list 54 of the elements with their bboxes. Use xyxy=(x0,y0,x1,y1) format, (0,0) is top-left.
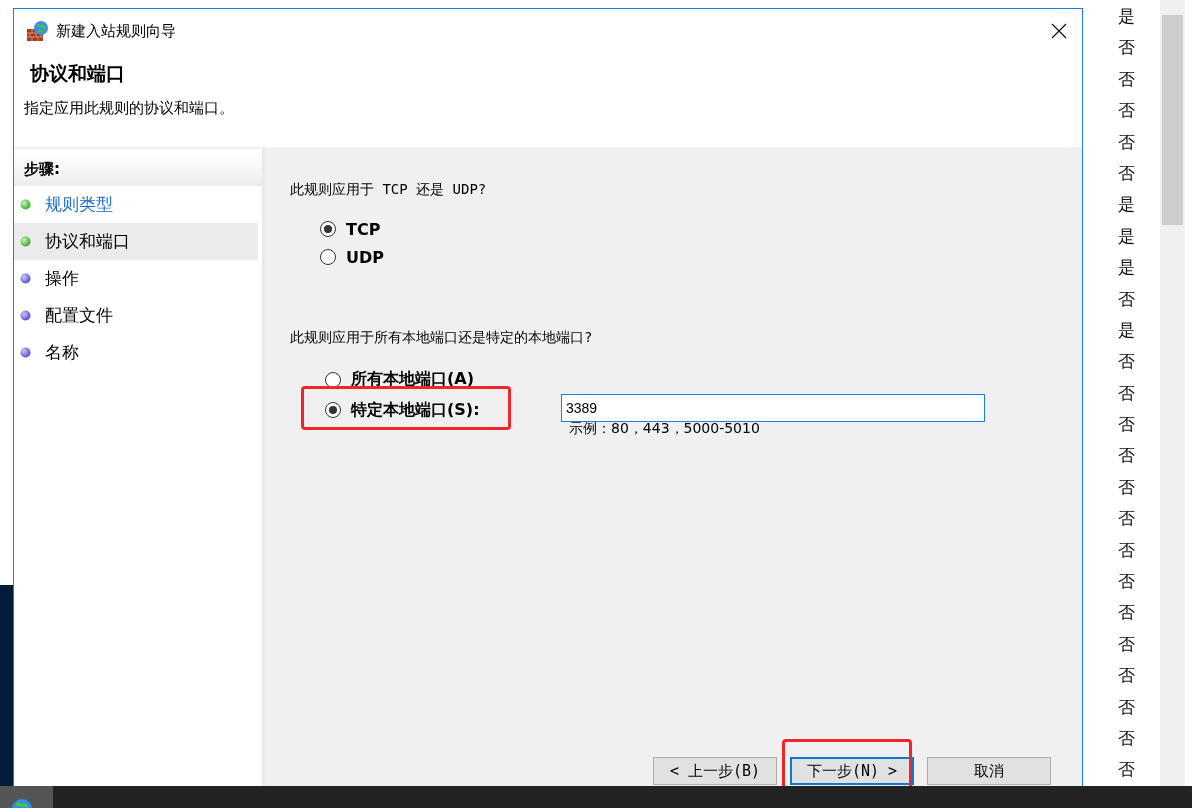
table-cell-text: 否 xyxy=(1117,36,1135,60)
table-cell-text: 否 xyxy=(1117,99,1135,123)
table-cell-text: 否 xyxy=(1117,570,1135,594)
radio-button[interactable] xyxy=(320,221,336,237)
step-item[interactable]: 操作 xyxy=(14,260,258,297)
scrollbar-thumb[interactable] xyxy=(1162,15,1183,225)
table-cell-text: 否 xyxy=(1117,350,1135,374)
table-cell-text: 否 xyxy=(1117,67,1135,91)
wizard-button[interactable]: < 上一步(B) xyxy=(653,757,777,785)
table-cell-text: 是 xyxy=(1117,193,1135,217)
page-description: 指定应用此规则的协议和端口。 xyxy=(24,99,235,118)
table-cell-text: 是 xyxy=(1117,224,1135,248)
question-text: 此规则应用于所有本地端口还是特定的本地端口? xyxy=(290,329,594,347)
table-cell-text: 是 xyxy=(1117,256,1135,280)
table-cell-text: 否 xyxy=(1117,664,1135,688)
radio-button[interactable] xyxy=(320,249,336,265)
globe-icon xyxy=(12,798,32,808)
radio-button[interactable] xyxy=(325,371,341,388)
option-label[interactable]: 所有本地端口(A) xyxy=(351,369,474,390)
page-heading: 协议和端口 xyxy=(29,61,126,86)
firewall-icon xyxy=(26,20,50,42)
step-item[interactable]: 名称 xyxy=(14,334,258,371)
wizard-button[interactable]: 取消 xyxy=(927,757,1051,785)
step-item[interactable]: 规则类型 xyxy=(14,186,258,223)
table-cell-text: 否 xyxy=(1117,727,1135,750)
table-cell-text: 否 xyxy=(1117,632,1135,656)
table-cell-text: 否 xyxy=(1117,538,1135,562)
question-text: 此规则应用于 TCP 还是 UDP? xyxy=(290,181,488,199)
table-cell-text: 否 xyxy=(1117,695,1135,719)
table-cell-text: 否 xyxy=(1117,130,1135,154)
table-cell-text: 否 xyxy=(1117,758,1135,782)
option-label[interactable]: TCP xyxy=(346,219,381,239)
table-cell-text: 是 xyxy=(1117,5,1135,28)
example-hint: 示例：80，443，5000-5010 xyxy=(568,420,761,438)
table-cell-text: 否 xyxy=(1117,413,1135,437)
step-item[interactable]: 协议和端口 xyxy=(14,223,258,260)
step-item[interactable]: 配置文件 xyxy=(14,297,258,334)
radio-button[interactable] xyxy=(325,402,341,418)
table-cell-text: 否 xyxy=(1117,475,1135,499)
scrollbar[interactable] xyxy=(1160,0,1185,787)
table-cell-text: 否 xyxy=(1117,507,1135,531)
table-cell-text: 否 xyxy=(1117,161,1135,185)
table-cell-text: 否 xyxy=(1117,444,1135,468)
close-icon xyxy=(1051,23,1067,39)
taskbar-item[interactable] xyxy=(0,786,53,808)
table-cell-text: 否 xyxy=(1117,601,1135,625)
option-label[interactable]: 特定本地端口(S): xyxy=(351,399,480,421)
table-cell-text: 否 xyxy=(1117,381,1135,405)
table-cell-text: 是 xyxy=(1117,318,1135,342)
port-input-field[interactable]: 3389 xyxy=(561,394,985,422)
table-cell-text: 否 xyxy=(1117,287,1135,311)
window-title: 新建入站规则向导 xyxy=(56,21,177,41)
option-label[interactable]: UDP xyxy=(346,247,384,267)
wizard-button[interactable]: 下一步(N) > xyxy=(790,757,914,785)
